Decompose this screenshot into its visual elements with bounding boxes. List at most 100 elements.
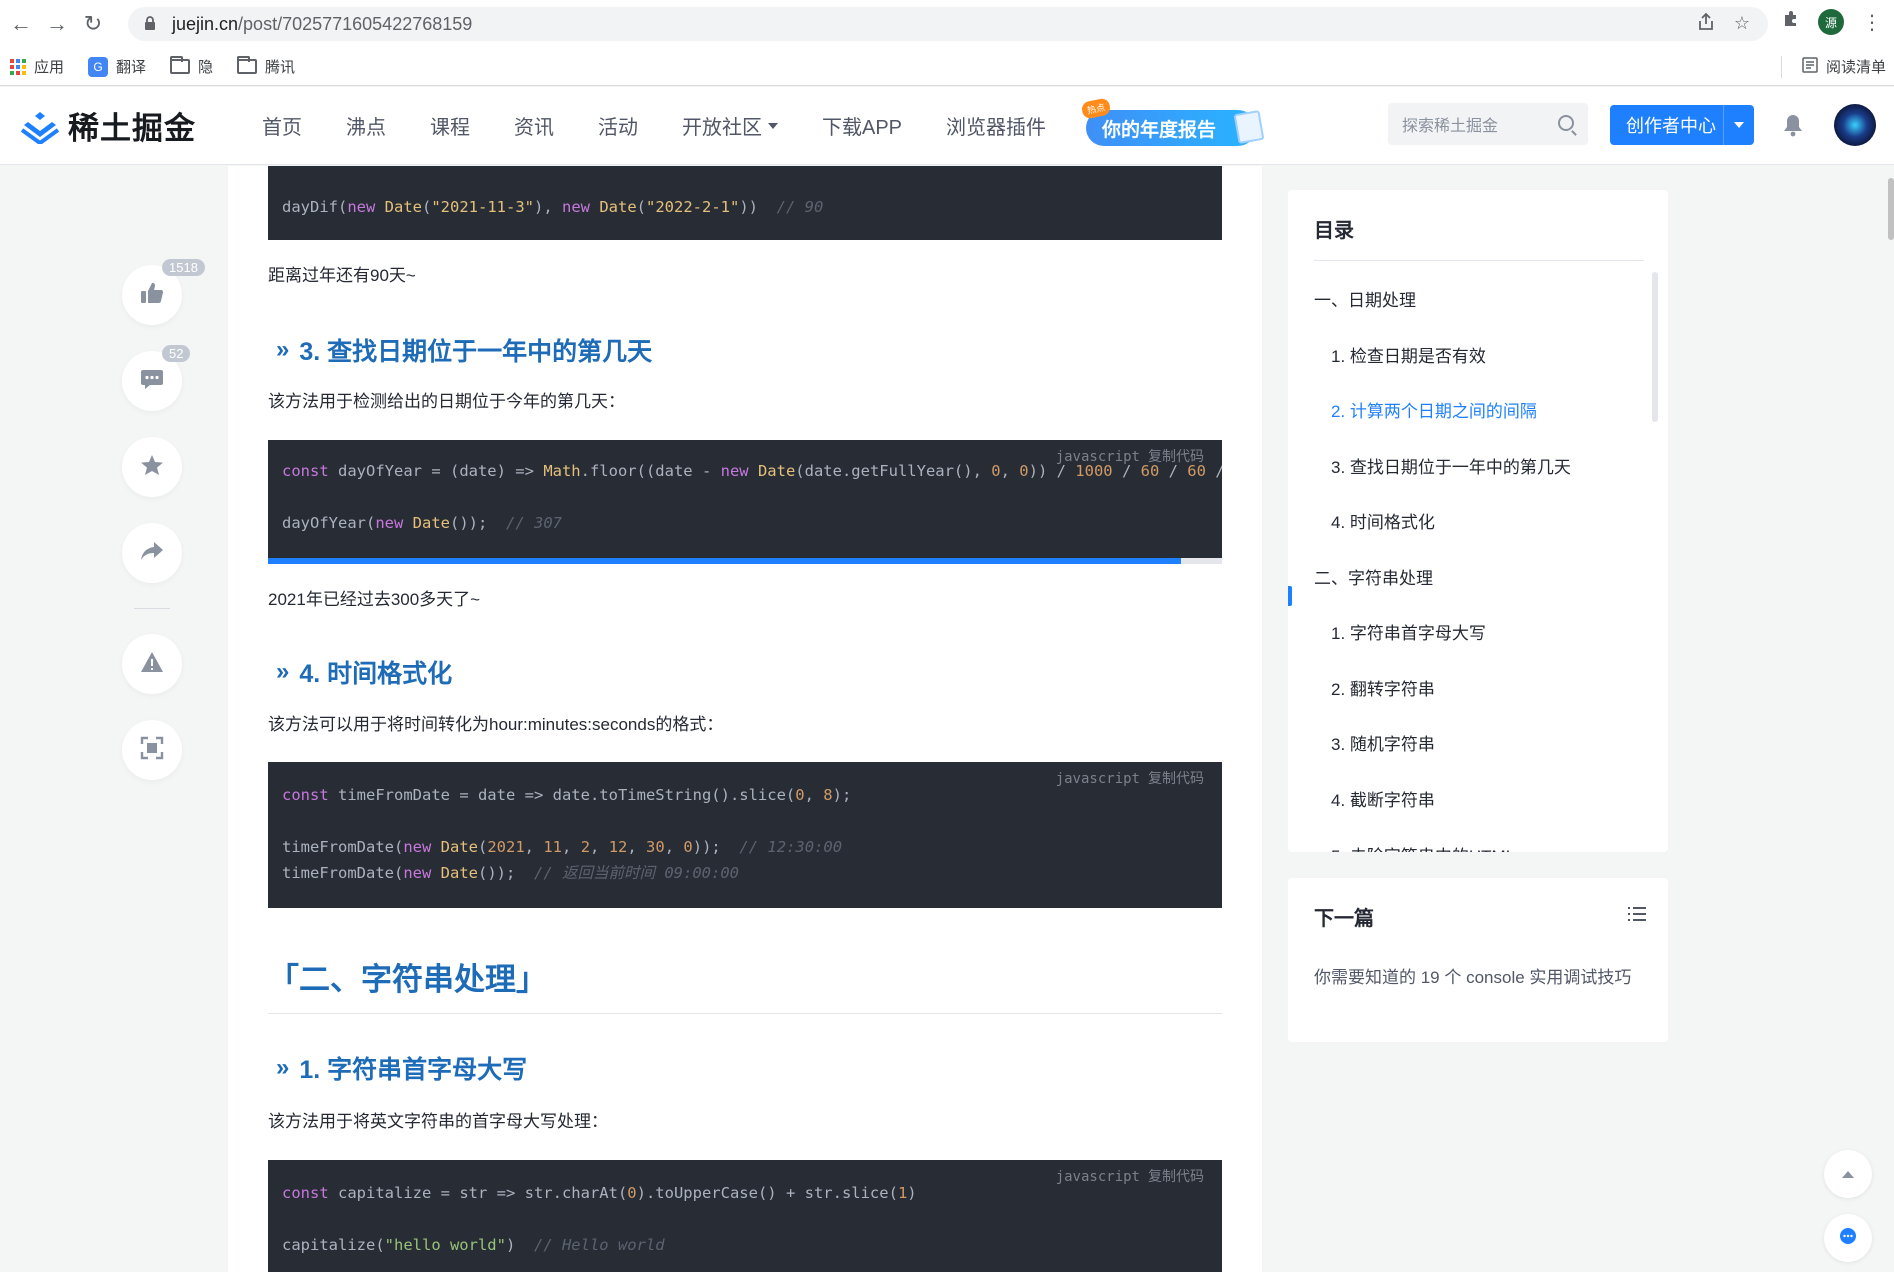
nav-open-community[interactable]: 开放社区 xyxy=(660,111,800,140)
next-article-link[interactable]: 你需要知道的 19 个 console 实用调试技巧 xyxy=(1314,964,1644,992)
juejin-logo-icon xyxy=(20,108,60,145)
toc-item[interactable]: 2. 翻转字符串 xyxy=(1331,675,1435,700)
page-scrollbar[interactable] xyxy=(1886,166,1894,1272)
bookmark-apps[interactable]: 应用 xyxy=(10,56,64,77)
reading-list-icon xyxy=(1802,56,1818,77)
extensions-puzzle-icon[interactable] xyxy=(1782,10,1800,34)
thumbs-up-icon xyxy=(140,282,164,309)
code-lang-label: javascript xyxy=(1055,771,1140,787)
next-article-title: 下一篇 xyxy=(1314,908,1374,930)
notification-bell-icon[interactable] xyxy=(1782,113,1804,137)
chevron-double-icon: » xyxy=(276,658,290,685)
toc-card: 目录 一、日期处理 1. 检查日期是否有效 2. 计算两个日期之间的间隔 3. … xyxy=(1288,190,1668,852)
comment-count-badge: 52 xyxy=(162,345,191,362)
toc-scrollbar[interactable] xyxy=(1652,272,1658,422)
fullscreen-button[interactable] xyxy=(122,720,182,780)
toc-item[interactable]: 1. 检查日期是否有效 xyxy=(1331,342,1486,367)
site-header: 稀土掘金 首页 沸点 课程 资讯 活动 开放社区 下载APP 浏览器插件 你的年… xyxy=(0,87,1894,165)
article-body: dayDif(new Date("2021-11-3"), new Date("… xyxy=(228,166,1262,1272)
code-line: dayOfYear(new Date()); // 307 xyxy=(282,514,562,532)
forward-icon[interactable]: → xyxy=(42,9,72,39)
toc-item[interactable]: 二、字符串处理 xyxy=(1314,564,1433,589)
bookmark-star-icon[interactable]: ☆ xyxy=(1734,13,1750,36)
caret-down-icon xyxy=(768,122,778,129)
code-lang-label: javascript xyxy=(1055,449,1140,465)
bookmark-folder-tencent[interactable]: 腾讯 xyxy=(237,56,295,77)
chevron-double-icon: » xyxy=(276,336,290,363)
reading-list-button[interactable]: 阅读清单 xyxy=(1802,56,1886,77)
toc-item[interactable]: 4. 截断字符串 xyxy=(1331,786,1435,811)
bookmark-translate[interactable]: G 翻译 xyxy=(88,56,146,77)
paragraph: 该方法用于检测给出的日期位于今年的第几天： xyxy=(268,392,625,411)
more-menu-icon[interactable]: ⋮ xyxy=(1862,10,1882,35)
creator-center-button[interactable]: 创作者中心 xyxy=(1610,105,1754,145)
code-line: dayDif(new Date("2021-11-3"), new Date("… xyxy=(282,198,824,216)
bookmark-folder-hidden[interactable]: 隐 xyxy=(170,56,213,77)
toc-item[interactable]: 1. 字符串首字母大写 xyxy=(1331,619,1486,644)
report-button[interactable] xyxy=(122,634,182,694)
paragraph: 距离过年还有90天~ xyxy=(268,266,416,285)
section-heading: » 3. 查找日期位于一年中的第几天 xyxy=(276,336,653,366)
code-line: timeFromDate(new Date(2021, 11, 2, 12, 3… xyxy=(282,838,843,856)
toc-active-marker xyxy=(1288,586,1292,606)
nav-browser-extension[interactable]: 浏览器插件 xyxy=(924,111,1068,140)
address-bar[interactable]: juejin.cn/post/7025771605422768159 ☆ xyxy=(128,7,1768,41)
nav-pins[interactable]: 沸点 xyxy=(324,111,408,140)
paragraph: 该方法用于将英文字符串的首字母大写处理： xyxy=(268,1112,608,1131)
code-line: timeFromDate(new Date()); // 返回当前时间 09:0… xyxy=(282,864,739,882)
toc-item-active[interactable]: 2. 计算两个日期之间的间隔 xyxy=(1331,397,1537,422)
bookmarks-bar: 应用 G 翻译 隐 腾讯 阅读清单 xyxy=(0,48,1894,86)
share-icon[interactable] xyxy=(1698,12,1714,36)
copy-code-button[interactable]: 复制代码 xyxy=(1148,1169,1204,1185)
folder-icon xyxy=(170,56,191,74)
share-button[interactable] xyxy=(122,523,182,583)
creator-dropdown-icon[interactable] xyxy=(1734,122,1744,128)
nav-download-app[interactable]: 下载APP xyxy=(800,111,924,140)
nav-news[interactable]: 资讯 xyxy=(492,111,576,140)
code-block-timefromdate: javascript 复制代码 const timeFromDate = date… xyxy=(268,762,1222,908)
nav-home[interactable]: 首页 xyxy=(240,111,324,140)
site-logo[interactable]: 稀土掘金 xyxy=(20,103,196,148)
like-button[interactable]: 1518 xyxy=(122,259,205,325)
code-horizontal-scrollbar[interactable] xyxy=(268,558,1222,564)
list-icon[interactable] xyxy=(1628,906,1646,922)
fullscreen-icon xyxy=(140,736,164,765)
search-icon[interactable] xyxy=(1558,115,1574,131)
copy-code-button[interactable]: 复制代码 xyxy=(1148,449,1204,465)
folder-icon xyxy=(237,56,258,74)
url-text: juejin.cn/post/7025771605422768159 xyxy=(172,13,473,34)
back-to-top-button[interactable] xyxy=(1824,1150,1872,1198)
comment-button[interactable]: 52 xyxy=(122,345,191,411)
code-line: capitalize("hello world") // Hello world xyxy=(282,1236,665,1254)
nav-courses[interactable]: 课程 xyxy=(408,111,492,140)
reload-icon[interactable]: ↻ xyxy=(78,9,108,39)
share-arrow-icon xyxy=(140,541,164,566)
nav-events[interactable]: 活动 xyxy=(576,111,660,140)
apps-grid-icon xyxy=(10,58,26,75)
main-nav: 首页 沸点 课程 资讯 活动 开放社区 下载APP 浏览器插件 xyxy=(240,111,1068,140)
collect-button[interactable] xyxy=(122,437,182,497)
toc-item[interactable]: 3. 查找日期位于一年中的第几天 xyxy=(1331,453,1571,478)
profile-avatar[interactable]: 源 xyxy=(1818,9,1844,35)
comment-bubble-icon xyxy=(140,368,164,395)
toc-item[interactable]: 一、日期处理 xyxy=(1314,286,1416,311)
section-heading: » 1. 字符串首字母大写 xyxy=(276,1054,528,1084)
toc-item[interactable]: 3. 随机字符串 xyxy=(1331,730,1435,755)
chevron-double-icon: » xyxy=(276,1054,290,1081)
like-count-badge: 1518 xyxy=(162,259,205,276)
search-input[interactable]: 探索稀土掘金 xyxy=(1388,103,1588,145)
back-icon[interactable]: ← xyxy=(6,9,36,39)
year-report-banner[interactable]: 你的年度报告 热点 xyxy=(1080,97,1268,150)
paragraph: 2021年已经过去300多天了~ xyxy=(268,590,481,609)
copy-code-button[interactable]: 复制代码 xyxy=(1148,771,1204,787)
google-translate-icon: G xyxy=(88,56,109,77)
code-block-capitalize: javascript 复制代码 const capitalize = str =>… xyxy=(268,1160,1222,1272)
warning-triangle-icon xyxy=(140,651,164,678)
toc-item[interactable]: 5. 去除字符串中的HTML xyxy=(1331,842,1515,852)
user-avatar[interactable] xyxy=(1834,104,1876,146)
code-block-dayofyear: javascript 复制代码 const dayOfYear = (date) … xyxy=(268,440,1222,564)
chapter-heading: 「二、字符串处理」 xyxy=(268,954,1222,1014)
help-chat-button[interactable] xyxy=(1824,1214,1872,1262)
toc-item[interactable]: 4. 时间格式化 xyxy=(1331,508,1435,533)
code-block-daydif: dayDif(new Date("2021-11-3"), new Date("… xyxy=(268,166,1222,240)
